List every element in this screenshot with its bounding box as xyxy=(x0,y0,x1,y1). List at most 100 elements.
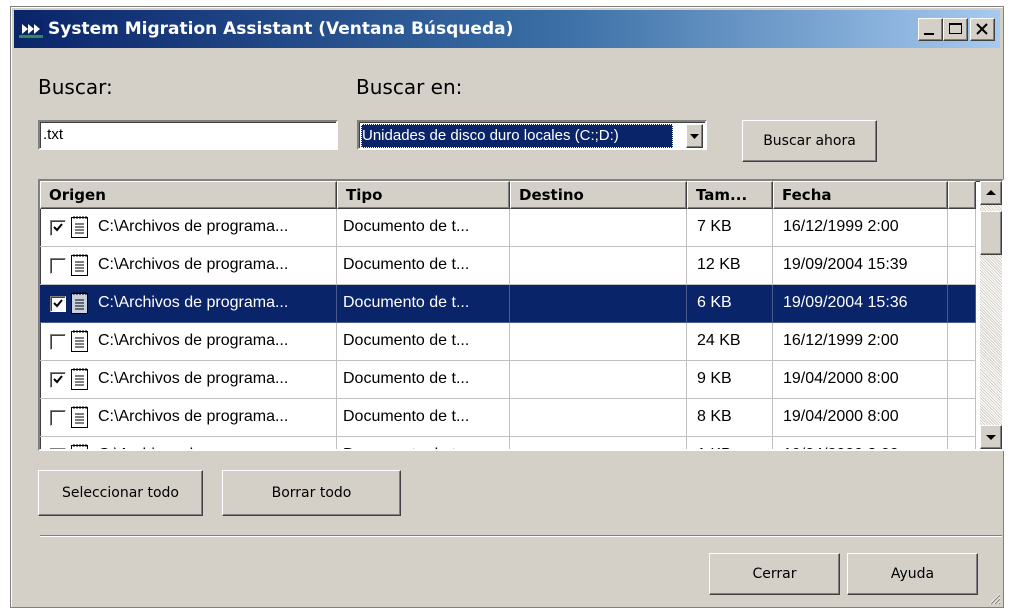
results-scrollbar[interactable] xyxy=(980,181,1002,449)
title-bar[interactable]: System Migration Assistant (Ventana Búsq… xyxy=(14,10,1000,48)
cell-destination xyxy=(510,247,687,285)
checkmark-icon xyxy=(53,223,63,232)
maximize-icon xyxy=(949,23,962,34)
divider xyxy=(40,535,1002,537)
table-row[interactable]: C:\Archivos de programa... Documento de t… xyxy=(40,361,976,399)
row-checkbox[interactable] xyxy=(50,258,66,274)
cell-type: Documento de t... xyxy=(337,399,510,437)
resize-grip-icon[interactable] xyxy=(987,591,1001,605)
origin-text: C:\Archivos de programa... xyxy=(98,332,289,349)
table-row[interactable]: C:\Archivos de programa... Documento de t… xyxy=(40,247,976,285)
close-button[interactable]: Cerrar xyxy=(709,553,840,595)
search-label: Buscar: xyxy=(38,75,113,99)
origin-text: C:\Archivos de programa... xyxy=(98,437,288,449)
cell-destination xyxy=(510,285,687,323)
cell-filler xyxy=(948,399,976,437)
text-document-icon xyxy=(70,291,90,322)
origin-text: C:\Archivos de programa... xyxy=(98,256,289,273)
checkmark-icon xyxy=(53,375,63,384)
cell-size: 1 KB xyxy=(687,437,773,449)
cell-size: 9 KB xyxy=(687,361,773,399)
search-input-value: .txt xyxy=(43,126,64,143)
scroll-up-button[interactable] xyxy=(980,181,1002,205)
minimize-icon xyxy=(924,33,934,35)
origin-text: C:\Archivos de programa... xyxy=(98,408,289,425)
search-now-button[interactable]: Buscar ahora xyxy=(742,120,877,162)
column-header-type[interactable]: Tipo xyxy=(337,181,510,209)
scroll-down-button[interactable] xyxy=(980,425,1002,449)
cell-type: Documento de t... xyxy=(337,285,510,323)
cell-filler xyxy=(948,361,976,399)
close-window-button[interactable] xyxy=(970,18,995,41)
cell-type: Documento de t... xyxy=(337,437,510,449)
cell-size: 12 KB xyxy=(687,247,773,285)
cell-date: 19/09/2004 15:36 xyxy=(773,285,948,323)
cell-type: Documento de t... xyxy=(337,209,510,247)
window-title: System Migration Assistant (Ventana Búsq… xyxy=(48,19,514,39)
cell-size: 6 KB xyxy=(687,285,773,323)
cell-type: Documento de t... xyxy=(337,247,510,285)
column-header-size[interactable]: Tam... xyxy=(687,181,773,209)
chevron-down-icon xyxy=(690,134,699,139)
app-arrows-icon xyxy=(19,20,43,38)
row-checkbox[interactable] xyxy=(50,220,66,236)
table-row[interactable]: C:\Archivos de programa... Documento de t… xyxy=(40,323,976,361)
cell-origin: C:\Archivos de programa... xyxy=(40,285,337,323)
dropdown-button[interactable] xyxy=(686,124,703,148)
cell-origin: C:\Archivos de programa... xyxy=(40,323,337,361)
checkmark-icon xyxy=(53,299,63,308)
origin-text: C:\Archivos de programa... xyxy=(98,218,289,235)
cell-date: 19/04/2000 8:00 xyxy=(773,437,948,449)
row-checkbox[interactable] xyxy=(50,448,66,449)
results-table: Origen Tipo Destino Tam... Fecha C:\Arch… xyxy=(40,181,976,449)
clear-all-button[interactable]: Borrar todo xyxy=(222,470,401,516)
cell-type: Documento de t... xyxy=(337,323,510,361)
arrow-up-icon xyxy=(986,190,996,195)
search-in-dropdown[interactable]: Unidades de disco duro locales (C:;D:) xyxy=(357,120,707,150)
column-header-destination[interactable]: Destino xyxy=(510,181,687,209)
cell-destination xyxy=(510,437,687,449)
column-header-date[interactable]: Fecha xyxy=(773,181,948,209)
maximize-button[interactable] xyxy=(943,18,968,41)
search-input[interactable]: .txt xyxy=(38,120,338,150)
minimize-button[interactable] xyxy=(918,18,943,41)
cell-date: 19/04/2000 8:00 xyxy=(773,361,948,399)
cell-date: 16/12/1999 2:00 xyxy=(773,323,948,361)
cell-filler xyxy=(948,437,976,449)
row-checkbox[interactable] xyxy=(50,372,66,388)
cell-origin: C:\Archivos de programa... xyxy=(40,399,337,437)
cell-destination xyxy=(510,209,687,247)
cell-filler xyxy=(948,247,976,285)
table-row[interactable]: C:\Archivos de programa... Documento de t… xyxy=(40,209,976,247)
table-row[interactable]: C:\Archivos de programa... Documento de t… xyxy=(40,285,976,323)
column-header-origin[interactable]: Origen xyxy=(40,181,337,209)
cell-destination xyxy=(510,323,687,361)
table-row[interactable]: C:\Archivos de programa... Documento de t… xyxy=(40,399,976,437)
cell-destination xyxy=(510,399,687,437)
help-button[interactable]: Ayuda xyxy=(847,553,978,595)
cell-size: 7 KB xyxy=(687,209,773,247)
close-icon xyxy=(976,23,988,35)
scroll-thumb[interactable] xyxy=(980,211,1002,255)
search-in-label: Buscar en: xyxy=(356,75,463,99)
text-document-icon xyxy=(70,253,90,284)
cell-date: 19/09/2004 15:39 xyxy=(773,247,948,285)
cell-filler xyxy=(948,209,976,247)
cell-destination xyxy=(510,361,687,399)
row-checkbox[interactable] xyxy=(50,334,66,350)
search-in-selected: Unidades de disco duro locales (C:;D:) xyxy=(361,124,673,148)
cell-filler xyxy=(948,285,976,323)
text-document-icon xyxy=(70,367,90,398)
cell-origin: C:\Archivos de programa... xyxy=(40,209,337,247)
text-document-icon xyxy=(70,443,90,449)
column-header-filler xyxy=(948,181,976,209)
cell-origin: C:\Archivos de programa... xyxy=(40,247,337,285)
cell-date: 16/12/1999 2:00 xyxy=(773,209,948,247)
text-document-icon xyxy=(70,329,90,360)
row-checkbox[interactable] xyxy=(50,296,66,312)
row-checkbox[interactable] xyxy=(50,410,66,426)
select-all-button[interactable]: Seleccionar todo xyxy=(38,470,203,516)
arrow-down-icon xyxy=(986,435,996,440)
table-row[interactable]: C:\Archivos de programa... Documento de t… xyxy=(40,437,976,449)
text-document-icon xyxy=(70,405,90,436)
